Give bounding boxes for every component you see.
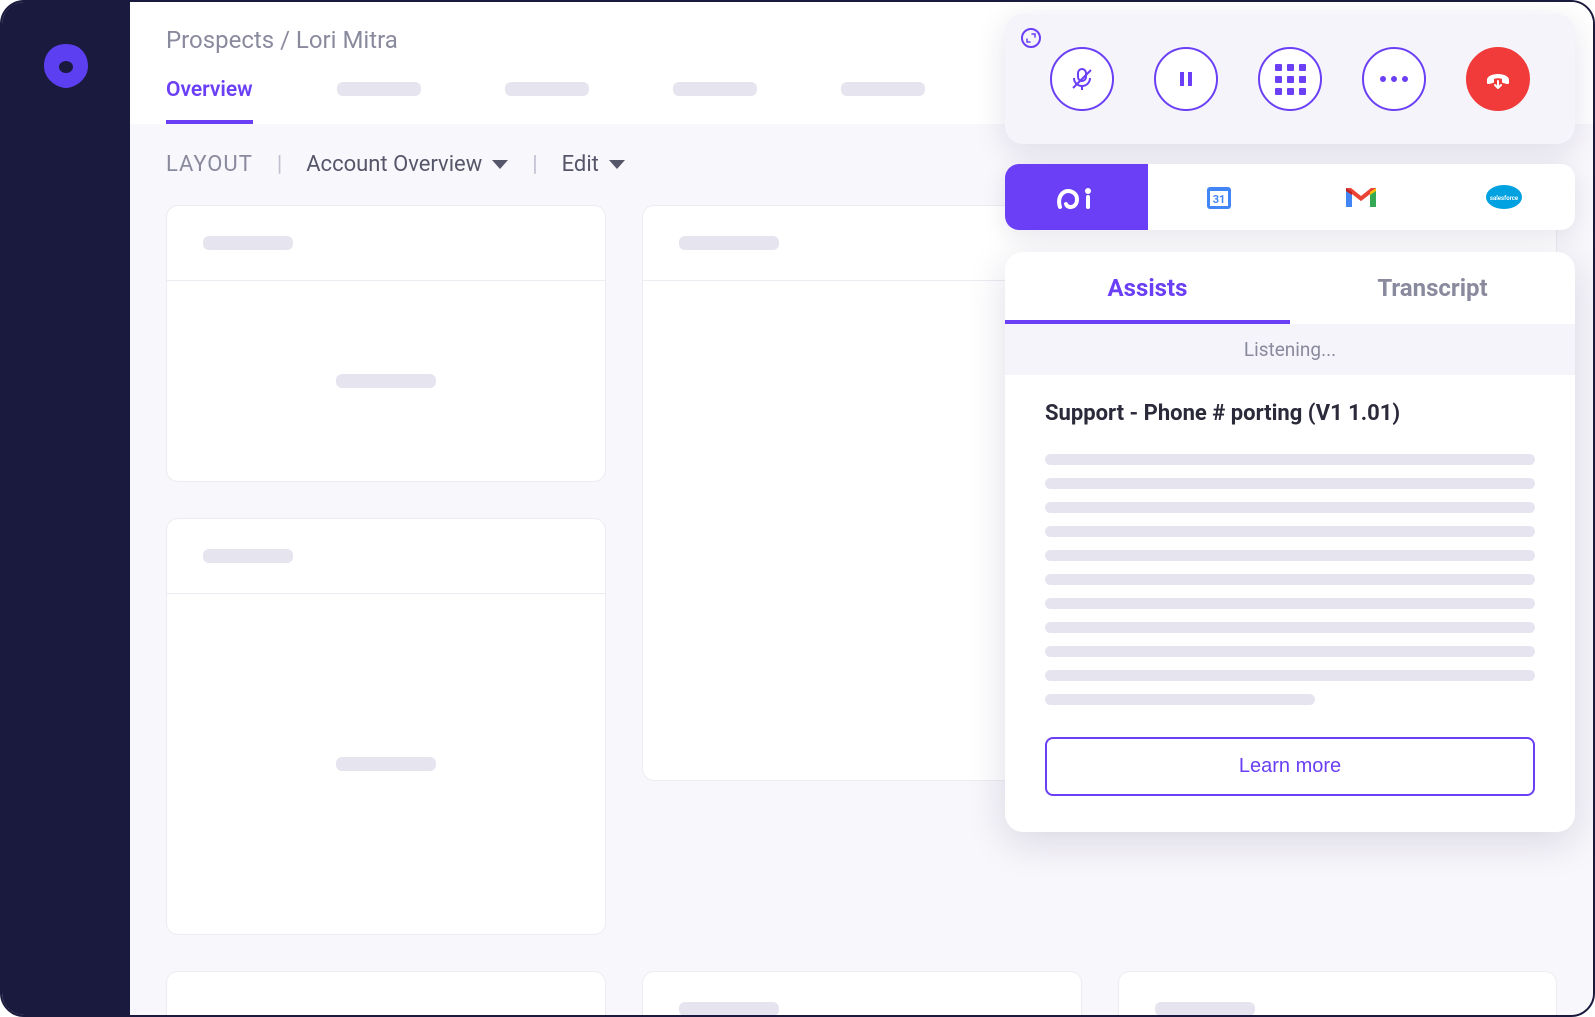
- info-card: [166, 518, 606, 935]
- content-row-2: [130, 971, 1593, 1015]
- calendar-icon: 31: [1205, 183, 1233, 211]
- listening-status: Listening...: [1005, 324, 1575, 375]
- integration-tab-calendar[interactable]: 31: [1148, 164, 1291, 230]
- info-card: [642, 971, 1082, 1015]
- pause-button[interactable]: [1154, 47, 1218, 111]
- more-icon: [1380, 76, 1408, 82]
- gmail-icon: [1343, 184, 1379, 210]
- tab-transcript[interactable]: Transcript: [1290, 252, 1575, 324]
- chevron-down-icon: [492, 160, 508, 169]
- salesforce-icon: salesforce: [1484, 183, 1524, 211]
- app-window: Prospects / Lori Mitra Overview LAYOUT |…: [0, 0, 1595, 1017]
- assist-panel: Assists Transcript Listening... Support …: [1005, 252, 1575, 832]
- svg-text:salesforce: salesforce: [1490, 195, 1519, 202]
- tab-placeholder: [337, 82, 421, 96]
- chevron-down-icon: [609, 160, 625, 169]
- svg-text:31: 31: [1212, 193, 1225, 206]
- mute-button[interactable]: [1050, 47, 1114, 111]
- integration-tabs: 31 salesforce: [1005, 164, 1575, 230]
- assist-card-title: Support - Phone # porting (V1 1.01): [1045, 401, 1535, 426]
- main-content: Prospects / Lori Mitra Overview LAYOUT |…: [130, 2, 1593, 1015]
- dialpad-icon: [1275, 64, 1306, 95]
- learn-more-button[interactable]: Learn more: [1045, 737, 1535, 796]
- info-card: [166, 971, 606, 1015]
- hangup-button[interactable]: [1466, 47, 1530, 111]
- info-card: [166, 205, 606, 482]
- layout-label: LAYOUT: [166, 152, 253, 177]
- edit-dropdown-label: Edit: [562, 152, 599, 177]
- integration-tab-gmail[interactable]: [1290, 164, 1433, 230]
- layout-dropdown-label: Account Overview: [306, 152, 482, 177]
- brand-logo-icon: [38, 38, 94, 94]
- tab-assists[interactable]: Assists: [1005, 252, 1290, 324]
- integration-tab-salesforce[interactable]: salesforce: [1433, 164, 1576, 230]
- call-control-bar: [1005, 14, 1575, 144]
- assist-card: Support - Phone # porting (V1 1.01) Lear…: [1005, 375, 1575, 832]
- more-button[interactable]: [1362, 47, 1426, 111]
- tab-placeholder: [841, 82, 925, 96]
- layout-dropdown[interactable]: Account Overview: [306, 152, 508, 177]
- integration-tab-ai[interactable]: [1005, 164, 1148, 230]
- nav-sidebar: [2, 2, 130, 1015]
- tab-placeholder: [673, 82, 757, 96]
- tab-overview[interactable]: Overview: [166, 78, 253, 124]
- info-card: [1118, 971, 1558, 1015]
- expand-icon[interactable]: [1021, 28, 1041, 48]
- ai-icon: [1054, 181, 1098, 213]
- tab-placeholder: [505, 82, 589, 96]
- edit-dropdown[interactable]: Edit: [562, 152, 625, 177]
- assist-tabs: Assists Transcript: [1005, 252, 1575, 324]
- assist-card-placeholder: [1045, 454, 1535, 705]
- dialpad-button[interactable]: [1258, 47, 1322, 111]
